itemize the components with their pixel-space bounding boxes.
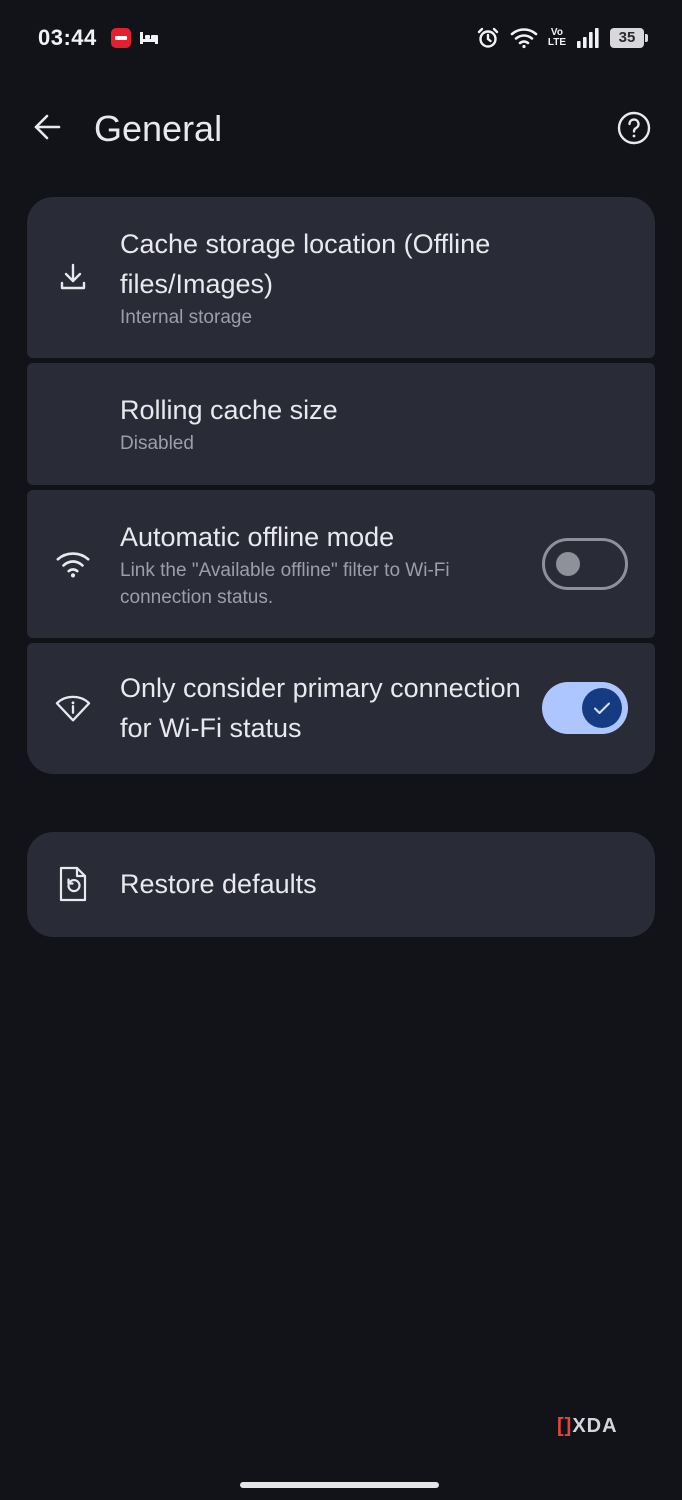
back-button[interactable] bbox=[24, 106, 70, 152]
xda-watermark: []XDA bbox=[557, 1415, 618, 1438]
setting-text: Automatic offline mode Link the "Availab… bbox=[120, 517, 520, 611]
restore-file-icon bbox=[55, 866, 91, 902]
top-app-bar: General bbox=[0, 96, 682, 164]
setting-rolling-cache-size[interactable]: Rolling cache size Disabled bbox=[27, 363, 655, 485]
setting-text: Rolling cache size Disabled bbox=[120, 390, 590, 457]
setting-title: Cache storage location (Offline files/Im… bbox=[120, 229, 491, 299]
status-bar: 03:44 Vo LTE 35 bbox=[0, 0, 682, 78]
check-icon bbox=[594, 702, 610, 714]
automatic-offline-mode-toggle[interactable] bbox=[542, 538, 628, 590]
status-icons: Vo LTE 35 bbox=[476, 24, 648, 52]
setting-title: Only consider primary connection for Wi-… bbox=[120, 673, 521, 743]
signal-icon bbox=[576, 27, 600, 49]
setting-text: Restore defaults bbox=[120, 864, 590, 904]
setting-title: Automatic offline mode bbox=[120, 522, 395, 552]
setting-primary-connection-wifi-status[interactable]: Only consider primary connection for Wi-… bbox=[27, 643, 655, 774]
help-circle-icon bbox=[616, 110, 652, 151]
status-time: 03:44 bbox=[38, 25, 97, 50]
restore-defaults-label: Restore defaults bbox=[120, 869, 317, 899]
setting-text: Cache storage location (Offline files/Im… bbox=[120, 224, 590, 331]
gesture-navigation-bar[interactable] bbox=[240, 1482, 439, 1488]
wifi-icon bbox=[510, 27, 538, 49]
toggle-knob bbox=[556, 552, 580, 576]
page-title: General bbox=[94, 108, 223, 149]
download-icon bbox=[55, 259, 91, 295]
primary-connection-toggle[interactable] bbox=[542, 682, 628, 734]
battery-icon: 35 bbox=[610, 28, 648, 48]
watermark-text: XDA bbox=[572, 1415, 618, 1437]
volte-bottom-label: LTE bbox=[547, 37, 566, 48]
wifi-info-icon bbox=[55, 690, 91, 726]
setting-summary: Internal storage bbox=[120, 307, 253, 328]
wifi-icon bbox=[55, 546, 91, 582]
help-button[interactable] bbox=[612, 108, 656, 152]
setting-summary: Disabled bbox=[120, 433, 194, 454]
volte-icon: Vo LTE bbox=[548, 28, 566, 48]
notification-app-icon bbox=[111, 28, 131, 48]
alarm-icon bbox=[476, 26, 500, 50]
setting-automatic-offline-mode[interactable]: Automatic offline mode Link the "Availab… bbox=[27, 490, 655, 638]
setting-summary: Link the "Available offline" filter to W… bbox=[120, 560, 450, 608]
bed-icon bbox=[139, 28, 159, 48]
restore-defaults-button[interactable]: Restore defaults bbox=[27, 832, 655, 937]
arrow-back-icon bbox=[32, 112, 62, 147]
setting-cache-storage-location[interactable]: Cache storage location (Offline files/Im… bbox=[27, 197, 655, 358]
toggle-knob bbox=[582, 688, 622, 728]
setting-text: Only consider primary connection for Wi-… bbox=[120, 668, 530, 748]
watermark-bracket: [] bbox=[557, 1415, 573, 1437]
setting-title: Rolling cache size bbox=[120, 395, 338, 425]
